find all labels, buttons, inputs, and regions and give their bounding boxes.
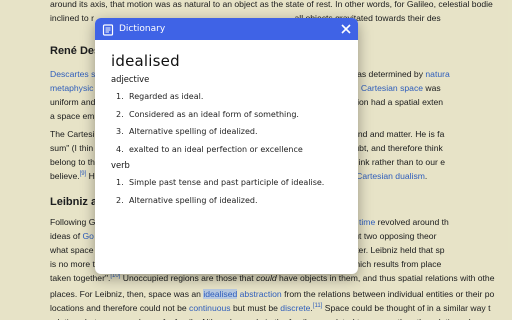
article-text: uniform and [50,97,96,107]
definition-number: 2. [116,109,124,119]
selected-word[interactable]: idealised [203,289,238,299]
section-heading: Leibniz a [50,196,98,208]
definition-text: Simple past tense and past participle of… [129,178,325,187]
article-text: The Cartesi [50,129,95,139]
article-text: ideas of [50,231,83,241]
definition-sections: adjective 1. Regarded as ideal. 2. Considere… [111,74,358,209]
article-text: taken together". [50,273,111,283]
part-of-speech: adjective [111,74,150,84]
definition-list: 1. Regarded as ideal. 2. Considered as an i… [111,88,358,158]
dictionary-body: idealised adjective 1. Regarded as ideal. 2… [95,40,358,209]
article-text: believe. [50,171,80,181]
article-text: what space [50,245,94,255]
article-line: relations between members of a family. A… [50,315,487,320]
part-of-speech: verb [111,160,130,170]
definition-item: 2. Considered as an ideal form of somethi… [111,106,358,124]
article-text: a space empt [50,111,102,121]
article-text: is no more t [50,259,95,269]
article-link[interactable]: Cartesian dualism [356,171,425,181]
article-text: revolved around th [375,217,449,227]
article-link[interactable]: discrete [280,303,310,313]
dictionary-popup: Dictionary idealised adjective 1. Regarded… [95,18,358,274]
article-link[interactable]: Descartes s [50,69,95,79]
definition-text: Alternative spelling of idealized. [129,195,258,205]
article-text: locations and therefore could not be [50,303,190,313]
definition-number: 3. [116,127,124,136]
article-text: around its axis, that motion was as natu… [50,0,493,9]
article-line: around its axis, that motion was as natu… [50,0,493,11]
article-text: have objects in them, and thus spatial r… [276,273,495,283]
book-icon [102,23,114,36]
definition-list: 1. Simple past tense and past participle … [111,174,358,209]
definition-number: 1. [116,178,124,187]
article-line: a space empt [50,109,102,123]
definition-item: 4. exalted to an ideal perfection or exce… [111,141,358,159]
article-text: but must be [230,303,281,313]
definition-item: 3. Alternative spelling of idealized. [111,123,358,141]
section-heading: René Des [50,45,101,57]
article-text: from the relations between individual en… [281,289,495,299]
definition-text: Regarded as ideal. [129,92,204,101]
article-link[interactable]: continuous [189,303,231,313]
dictionary-header: Dictionary [95,18,358,40]
definition-number: 4. [116,144,124,154]
article-link[interactable]: natura [425,69,449,79]
definition-text: Alternative spelling of idealized. [129,127,258,136]
close-icon[interactable] [339,22,353,36]
article-link[interactable]: Cartesian space [361,83,423,93]
article-link[interactable]: Go [83,231,94,241]
article-text: Following G [50,217,96,227]
definition-number: 2. [116,195,124,205]
definition-item: 1. Simple past tense and past participle … [111,174,358,192]
definition-item: 1. Regarded as ideal. [111,88,358,106]
article-text: inclined to r [50,13,94,23]
dictionary-title: Dictionary [119,24,166,34]
article-text: Space could be thought of in a similar w… [322,303,491,313]
article-text: H [86,171,95,181]
definition-text: Considered as an ideal form of something… [129,109,299,119]
article-text: was [423,83,441,93]
article-text: could [256,273,277,283]
article-text: sum" (I thin [50,143,94,153]
article-line: places. For Leibniz, then, space was an … [50,287,494,301]
article-link[interactable]: metaphysic [50,83,93,93]
article-link[interactable]: abstraction [240,289,282,299]
article-text: belong to th [50,157,95,167]
article-text: Unoccupied regions are those that [120,273,257,283]
article-line: locations and therefore could not be con… [50,301,491,315]
citation-link[interactable]: [10] [110,273,120,279]
definition-item: 2. Alternative spelling of idealized. [111,192,358,210]
definition-number: 1. [116,92,124,101]
definition-text: exalted to an ideal perfection or excell… [129,144,303,154]
article-text: . [424,171,428,181]
article-text: places. For Leibniz, then, space was an [50,289,204,299]
headword: idealised [111,52,180,70]
citation-link[interactable]: [11] [313,303,323,309]
